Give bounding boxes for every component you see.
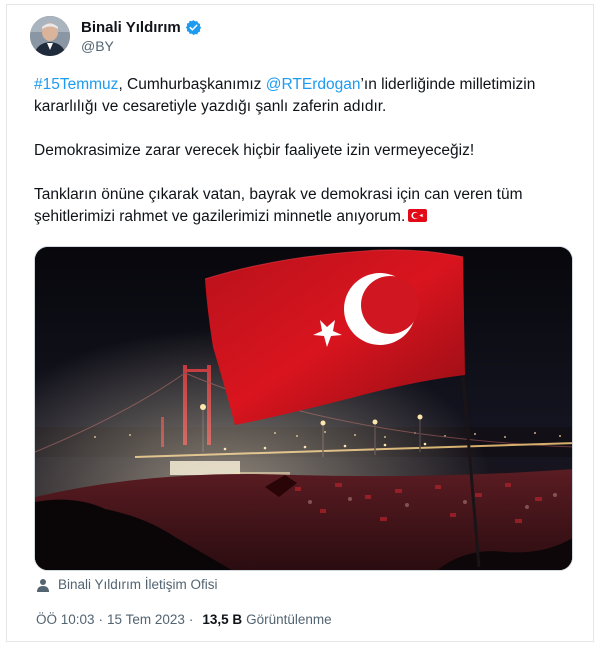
tweet-media-image[interactable] xyxy=(34,246,573,571)
author-handle[interactable]: @BY xyxy=(81,38,202,54)
tweet-body: #15Temmuz, Cumhurbaşkanımız @RTErdogan’ı… xyxy=(34,74,574,228)
tweet-time[interactable]: ÖÖ 10:03 xyxy=(36,612,95,627)
mention-link[interactable]: @RTErdogan xyxy=(266,76,361,93)
tweet-text-segment: Tankların önüne çıkarak vatan, bayrak ve… xyxy=(34,186,523,225)
hashtag-link[interactable]: #15Temmuz xyxy=(34,76,118,93)
views-count[interactable]: 13,5 B xyxy=(202,612,242,627)
credit-label: Binali Yıldırım İletişim Ofisi xyxy=(58,577,218,592)
tweet-text-segment: , Cumhurbaşkanımız xyxy=(118,76,266,93)
tweet-meta: ÖÖ 10:03 · 15 Tem 2023 · 13,5 B Görüntül… xyxy=(36,612,332,627)
author-avatar[interactable] xyxy=(30,16,70,56)
tweet-paragraph-2: Demokrasimize zarar verecek hiçbir faali… xyxy=(34,142,475,159)
tweet-paragraph-3: Tankların önüne çıkarak vatan, bayrak ve… xyxy=(34,184,574,228)
turkey-flag-icon xyxy=(408,207,428,222)
person-icon xyxy=(36,578,50,592)
meta-separator: · xyxy=(188,612,194,627)
verified-badge-icon xyxy=(185,19,202,36)
author-name[interactable]: Binali Yıldırım xyxy=(81,19,181,36)
meta-separator: · xyxy=(98,612,104,627)
tweet-header: Binali Yıldırım @BY xyxy=(30,14,202,58)
media-credit[interactable]: Binali Yıldırım İletişim Ofisi xyxy=(36,577,218,592)
tweet-date[interactable]: 15 Tem 2023 xyxy=(107,612,185,627)
views-label: Görüntülenme xyxy=(246,612,332,627)
tweet-paragraph-1: #15Temmuz, Cumhurbaşkanımız @RTErdogan’ı… xyxy=(34,74,574,118)
